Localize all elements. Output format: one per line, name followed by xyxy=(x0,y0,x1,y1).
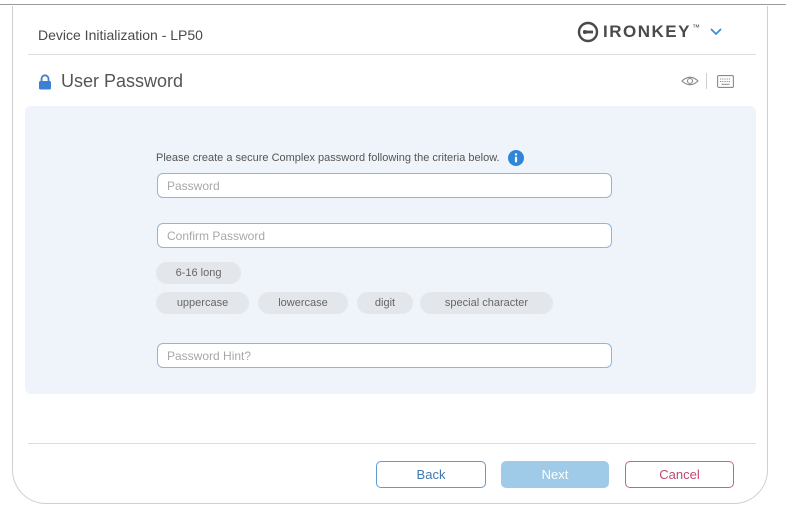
criteria-special-character-chip: special character xyxy=(420,292,553,314)
password-instruction: Please create a secure Complex password … xyxy=(156,150,524,166)
header-divider xyxy=(28,54,756,55)
toolbar-separator xyxy=(706,73,707,89)
section-header: User Password xyxy=(38,71,183,92)
brand-trademark: ™ xyxy=(691,23,700,32)
info-icon[interactable] xyxy=(507,150,524,166)
keyboard-icon[interactable] xyxy=(717,74,734,88)
back-button[interactable]: Back xyxy=(376,461,486,488)
top-border xyxy=(0,4,786,5)
criteria-digit-chip: digit xyxy=(357,292,413,314)
lock-icon xyxy=(38,73,52,90)
next-button[interactable]: Next xyxy=(501,461,609,488)
confirm-password-input[interactable] xyxy=(157,223,612,248)
page-title: User Password xyxy=(61,71,184,91)
footer-divider xyxy=(28,443,756,444)
password-input[interactable] xyxy=(157,173,612,198)
brand-name: IRONKEY xyxy=(603,22,691,41)
ironkey-logo-icon xyxy=(577,21,599,43)
toolbar xyxy=(681,73,734,89)
window-title: Device Initialization - LP50 xyxy=(38,27,203,43)
criteria-uppercase-chip: uppercase xyxy=(156,292,249,314)
criteria-lowercase-chip: lowercase xyxy=(258,292,348,314)
criteria-length-chip: 6-16 long xyxy=(156,262,241,284)
cancel-button[interactable]: Cancel xyxy=(625,461,734,488)
chevron-down-icon[interactable] xyxy=(710,28,722,36)
brand: IRONKEY ™ xyxy=(577,21,722,43)
eye-icon[interactable] xyxy=(681,75,699,87)
instruction-text: Please create a secure Complex password … xyxy=(156,152,500,164)
password-hint-input[interactable] xyxy=(157,343,612,368)
